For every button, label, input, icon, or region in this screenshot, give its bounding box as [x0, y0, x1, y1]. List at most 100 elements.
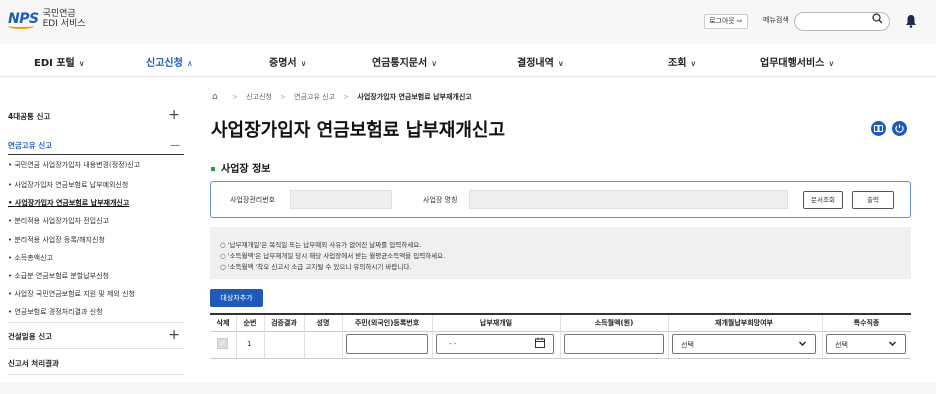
logo-text: 국민연금 EDI 서비스 [43, 9, 86, 29]
notice-line: ○ '소득월액'은 납부재개일 당시 해당 사업장에서 받는 월평균소득액을 입… [220, 252, 446, 260]
breadcrumb-item[interactable]: 연금고유 신고 [294, 93, 335, 101]
business-info-box: 사업장관리번호 사업장 명칭 문서조회 출력 [210, 181, 911, 218]
minus-icon: — [170, 140, 180, 151]
lnb-group-construction[interactable]: 건설일용 신고 + [8, 327, 184, 343]
lnb-item[interactable]: • 국민연금 사업장가입자 내용변경(정정)신고 [8, 160, 140, 170]
monthly-income-input[interactable] [564, 334, 664, 354]
lnb-divider [8, 348, 184, 349]
resume-month-select[interactable]: 선택 [672, 334, 816, 354]
lnb-item[interactable]: • 사업장가입자 연금보험료 납부예외신청 [8, 180, 128, 190]
lnb-item[interactable]: • 분리적용 사업장 등록/해지신청 [8, 235, 105, 245]
col-divider [236, 315, 237, 358]
delete-checkbox[interactable]: ✓ [217, 338, 228, 349]
col-header: 납부재개일 [479, 319, 513, 327]
col-header: 소득월액(원) [594, 319, 634, 327]
lnb-divider [8, 374, 184, 375]
gnb-notice-docs[interactable]: 연금통지문서 ∨ [372, 54, 437, 69]
date-placeholder: - - [449, 340, 457, 348]
menu-search-label: 메뉴검색 [763, 16, 789, 24]
mgmt-no-field[interactable] [290, 190, 392, 209]
col-header: 재개월납부희망여부 [715, 319, 773, 327]
resident-no-input[interactable] [346, 334, 428, 354]
notice-line: ○ '소득월액 '착오 신고시 소급 고지될 수 있으니 유의하시기 바랍니다. [220, 263, 412, 271]
special-job-select[interactable]: 선택 [826, 334, 906, 354]
notice-line: ○ '납부재개일'은 복직일 또는 납부예외 사유가 없어진 날짜를 입력하세요… [220, 241, 422, 249]
gnb-inquiry[interactable]: 조회 ∨ [668, 54, 696, 69]
logo-swoosh-icon [8, 23, 34, 29]
notice-box: ○ '납부재개일'은 복직일 또는 납부예외 사유가 없어진 날짜를 입력하세요… [210, 227, 911, 279]
search-icon[interactable] [872, 13, 883, 27]
lnb-group-label: 신고서 처리결과 [8, 359, 59, 368]
home-icon[interactable]: ⌂ [212, 92, 218, 102]
lnb-group-pension[interactable]: 연금고유 신고 — [8, 140, 184, 151]
gnb-label: 연금통지문서 [372, 58, 428, 69]
footer-band [0, 382, 936, 394]
lnb-item[interactable]: • 연금보험료 경정처리결과 신청 [8, 307, 103, 317]
col-divider [822, 315, 823, 358]
top-header: NPS 국민연금 EDI 서비스 로그아웃 ⇨ 메뉴검색 [0, 0, 936, 44]
col-header: 특수직종 [853, 319, 880, 327]
col-header: 순번 [243, 319, 257, 327]
gnb-label: 결정내역 [517, 58, 554, 69]
breadcrumb: ⌂ > 신고신청 > 연금고유 신고 > 사업장가입자 연금보험료 납부재개신고 [212, 92, 472, 102]
chevron-down-icon: ∨ [78, 59, 85, 68]
nps-logo[interactable]: NPS 국민연금 EDI 서비스 [8, 9, 86, 29]
biz-name-field[interactable] [469, 190, 788, 209]
col-divider [668, 315, 669, 358]
lnb-group-label: 건설일용 신고 [8, 332, 53, 341]
lnb-item[interactable]: • 분리적용 사업장가입자 전입신고 [8, 216, 109, 226]
doc-search-button[interactable]: 문서조회 [803, 191, 843, 209]
lnb-divider [8, 154, 184, 155]
add-target-button[interactable]: 대상자추가 [210, 289, 263, 307]
biz-name-label: 사업장 명칭 [423, 196, 458, 204]
gnb-label: 조회 [668, 58, 687, 69]
gnb-certificate[interactable]: 증명서 ∨ [269, 54, 306, 69]
col-header: 검증결과 [271, 319, 297, 327]
gnb-decision[interactable]: 결정내역 ∨ [517, 54, 564, 69]
lnb-item[interactable]: • 소득총액신고 [8, 253, 53, 263]
row-seq: 1 [247, 340, 252, 348]
logout-button[interactable]: 로그아웃 ⇨ [704, 14, 748, 29]
lnb-item-current[interactable]: • 사업장가입자 연금보험료 납부재개신고 [8, 198, 129, 208]
power-icon[interactable] [892, 121, 907, 136]
mgmt-no-label: 사업장관리번호 [230, 196, 276, 204]
section-title: 사업장 정보 [211, 160, 270, 175]
lnb-group-common[interactable]: 4대공통 신고 + [8, 107, 184, 123]
lnb-group-label: 연금고유 신고 [8, 141, 53, 150]
select-value: 선택 [681, 341, 694, 349]
col-divider [304, 315, 305, 358]
gnb-label: 업무대행서비스 [760, 58, 825, 69]
lnb-item[interactable]: • 소급분 연금보험료 분할납부신청 [8, 271, 109, 281]
chevron-down-icon [798, 339, 807, 351]
select-value: 선택 [835, 341, 848, 349]
gnb-label: 신고신청 [146, 58, 183, 69]
col-divider [264, 315, 265, 358]
chevron-up-icon: ∧ [186, 59, 193, 68]
gnb-label: EDI 포털 [34, 58, 75, 69]
gnb-edi-portal[interactable]: EDI 포털 ∨ [34, 54, 85, 69]
manual-book-icon[interactable] [871, 121, 886, 136]
plus-icon: + [168, 327, 180, 343]
gnb-report[interactable]: 신고신청 ∧ [146, 54, 193, 69]
col-header: 삭제 [216, 319, 230, 327]
plus-icon: + [168, 107, 180, 123]
logo-line2: EDI 서비스 [42, 19, 86, 29]
gnb-label: 증명서 [269, 58, 297, 69]
table-bottom-border [210, 358, 911, 359]
col-divider [342, 315, 343, 358]
bell-icon[interactable] [905, 13, 917, 28]
lnb-group-result[interactable]: 신고서 처리결과 [8, 358, 184, 369]
gnb-agency-service[interactable]: 업무대행서비스 ∨ [760, 54, 834, 69]
col-header: 주민(외국인)등록번호 [354, 319, 420, 327]
breadcrumb-item[interactable]: 신고신청 [246, 93, 272, 101]
lnb-item[interactable]: • 사업장 국민연금보험료 지원 및 제외 신청 [8, 289, 135, 299]
page-title: 사업장가입자 연금보험료 납부재개신고 [211, 120, 506, 141]
resume-date-input[interactable]: - - [436, 334, 554, 354]
calendar-icon[interactable] [535, 337, 545, 351]
print-button[interactable]: 출력 [852, 191, 894, 209]
chevron-down-icon: ∨ [557, 59, 564, 68]
chevron-down-icon: ∨ [300, 59, 307, 68]
breadcrumb-sep: > [280, 93, 286, 101]
global-nav: EDI 포털 ∨ 신고신청 ∧ 증명서 ∨ 연금통지문서 ∨ 결정내역 ∨ 조회 ∨ 업무대… [0, 44, 936, 77]
chevron-down-icon: ∨ [690, 59, 697, 68]
